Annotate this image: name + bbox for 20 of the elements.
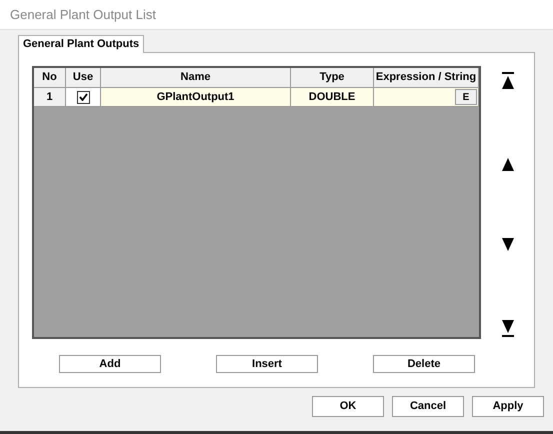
list-button[interactable]: Add — [59, 355, 161, 373]
move-top-icon[interactable] — [500, 72, 514, 92]
column-header: Name — [101, 68, 291, 87]
column-header: No — [34, 68, 66, 87]
table-cell: GPlantOutput1 — [101, 88, 291, 106]
column-header: Expression / String — [374, 68, 479, 87]
tab[interactable]: General Plant Outputs — [18, 35, 144, 53]
list-button[interactable]: Insert — [216, 355, 318, 373]
check-icon — [78, 93, 88, 101]
window-title: General Plant Output List — [10, 6, 156, 24]
table-cell: 1 — [34, 88, 66, 106]
edit-button[interactable]: E — [455, 89, 477, 105]
dialog-button[interactable]: OK — [312, 396, 384, 417]
column-header: Type — [291, 68, 374, 87]
column-header: Use — [66, 68, 101, 87]
dialog-button[interactable]: Cancel — [392, 396, 464, 417]
list-button[interactable]: Delete — [373, 355, 475, 373]
table-cell: DOUBLE — [291, 88, 374, 106]
dialog-button[interactable]: Apply — [472, 396, 544, 417]
checkbox[interactable] — [76, 90, 90, 104]
